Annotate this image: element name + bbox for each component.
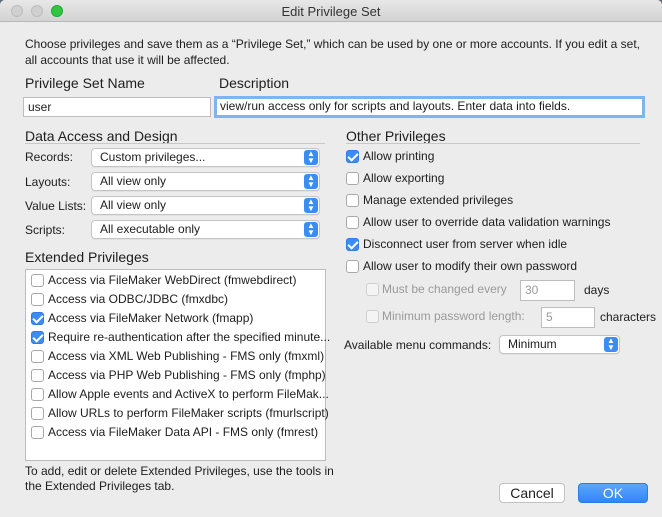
edit-privilege-set-dialog: Edit Privilege Set Choose privileges and… xyxy=(0,0,662,517)
allow-printing-checkbox[interactable] xyxy=(346,150,359,163)
checkbox[interactable] xyxy=(31,369,44,382)
manage-extended-privileges-label: Manage extended privileges xyxy=(363,193,514,207)
description-label: Description xyxy=(219,75,290,91)
modify-password-label: Allow user to modify their own password xyxy=(363,259,578,273)
chevron-updown-icon: ▲ ▼ xyxy=(304,150,318,165)
allow-exporting-label: Allow exporting xyxy=(363,171,445,185)
list-item-label: Access via ODBC/JDBC (fmxdbc) xyxy=(48,292,229,306)
days-unit-label: days xyxy=(584,283,610,297)
list-item[interactable]: Access via FileMaker Network (fmapp) xyxy=(26,308,325,327)
description-field[interactable]: view/run access only for scripts and lay… xyxy=(214,96,645,118)
checkbox[interactable] xyxy=(31,388,44,401)
checkbox[interactable] xyxy=(31,331,44,344)
list-item-label: Access via FileMaker Data API - FMS only… xyxy=(48,425,319,439)
checkbox[interactable] xyxy=(31,426,44,439)
min-length-label: Minimum password length: xyxy=(382,309,525,323)
allow-exporting-checkbox[interactable] xyxy=(346,172,359,185)
checkbox[interactable] xyxy=(31,312,44,325)
value-lists-popup-value: All view only xyxy=(100,198,167,212)
list-item-label: Require re-authentication after the spec… xyxy=(48,330,331,344)
must-change-days-field[interactable]: 30 xyxy=(520,280,575,301)
list-item[interactable]: Access via FileMaker WebDirect (fmwebdir… xyxy=(26,270,325,289)
list-item-label: Access via FileMaker WebDirect (fmwebdir… xyxy=(48,273,297,287)
window-title: Edit Privilege Set xyxy=(281,4,381,19)
menu-commands-popup[interactable]: Minimum ▲ ▼ xyxy=(499,335,620,354)
list-item[interactable]: Access via FileMaker Data API - FMS only… xyxy=(26,422,325,441)
disconnect-idle-checkbox[interactable] xyxy=(346,238,359,251)
manage-extended-privileges-checkbox[interactable] xyxy=(346,194,359,207)
scripts-popup-value: All executable only xyxy=(100,222,201,236)
value-lists-popup[interactable]: All view only ▲ ▼ xyxy=(91,196,320,215)
records-label: Records: xyxy=(25,150,74,164)
scripts-popup[interactable]: All executable only ▲ ▼ xyxy=(91,220,320,239)
chevron-updown-icon: ▲ ▼ xyxy=(604,337,618,352)
list-item[interactable]: Access via PHP Web Publishing - FMS only… xyxy=(26,365,326,384)
layouts-label: Layouts: xyxy=(25,175,71,189)
extended-privileges-footnote: To add, edit or delete Extended Privileg… xyxy=(25,464,334,493)
checkbox[interactable] xyxy=(31,407,44,420)
ok-button[interactable]: OK xyxy=(578,483,648,503)
override-validation-checkbox[interactable] xyxy=(346,216,359,229)
divider xyxy=(25,143,325,144)
list-item-label: Access via PHP Web Publishing - FMS only… xyxy=(48,368,326,382)
chevron-updown-icon: ▲ ▼ xyxy=(304,174,318,189)
min-length-checkbox[interactable] xyxy=(366,310,379,323)
characters-unit-label: characters xyxy=(600,310,657,324)
list-item[interactable]: Require re-authentication after the spec… xyxy=(26,327,330,346)
disconnect-idle-label: Disconnect user from server when idle xyxy=(363,237,568,251)
privilege-set-name-field[interactable]: user xyxy=(23,97,211,117)
list-item-label: Allow URLs to perform FileMaker scripts … xyxy=(48,406,329,420)
layouts-popup[interactable]: All view only ▲ ▼ xyxy=(91,172,320,191)
menu-commands-popup-value: Minimum xyxy=(508,337,557,351)
intro-text: Choose privileges and save them as a “Pr… xyxy=(25,37,640,67)
other-privileges-heading: Other Privileges xyxy=(346,128,446,144)
list-item-label: Allow Apple events and ActiveX to perfor… xyxy=(48,387,329,401)
min-length-field[interactable]: 5 xyxy=(541,307,595,328)
menu-commands-label: Available menu commands: xyxy=(344,338,492,352)
scripts-label: Scripts: xyxy=(25,223,66,237)
must-change-label: Must be changed every xyxy=(382,282,507,296)
value-lists-label: Value Lists: xyxy=(25,199,87,213)
checkbox[interactable] xyxy=(31,293,44,306)
records-popup[interactable]: Custom privileges... ▲ ▼ xyxy=(91,148,320,167)
must-change-checkbox[interactable] xyxy=(366,283,379,296)
extended-privileges-heading: Extended Privileges xyxy=(25,249,149,265)
list-item[interactable]: Access via XML Web Publishing - FMS only… xyxy=(26,346,325,365)
records-popup-value: Custom privileges... xyxy=(100,150,206,164)
extended-privileges-list[interactable]: Access via FileMaker WebDirect (fmwebdir… xyxy=(25,269,330,461)
list-item[interactable]: Allow Apple events and ActiveX to perfor… xyxy=(26,384,329,403)
modify-password-checkbox[interactable] xyxy=(346,260,359,273)
layouts-popup-value: All view only xyxy=(100,174,167,188)
allow-printing-label: Allow printing xyxy=(363,149,435,163)
list-item[interactable]: Allow URLs to perform FileMaker scripts … xyxy=(26,403,329,422)
chevron-updown-icon: ▲ ▼ xyxy=(304,222,318,237)
divider xyxy=(346,143,640,144)
list-item[interactable]: Access via ODBC/JDBC (fmxdbc) xyxy=(26,289,325,308)
cancel-button[interactable]: Cancel xyxy=(499,483,565,503)
data-access-heading: Data Access and Design xyxy=(25,128,178,144)
title-bar: Edit Privilege Set xyxy=(0,0,662,22)
list-item-label: Access via XML Web Publishing - FMS only… xyxy=(48,349,325,363)
chevron-updown-icon: ▲ ▼ xyxy=(304,198,318,213)
checkbox[interactable] xyxy=(31,274,44,287)
privilege-set-name-label: Privilege Set Name xyxy=(25,75,145,91)
override-validation-label: Allow user to override data validation w… xyxy=(363,215,611,229)
checkbox[interactable] xyxy=(31,350,44,363)
list-item-label: Access via FileMaker Network (fmapp) xyxy=(48,311,254,325)
